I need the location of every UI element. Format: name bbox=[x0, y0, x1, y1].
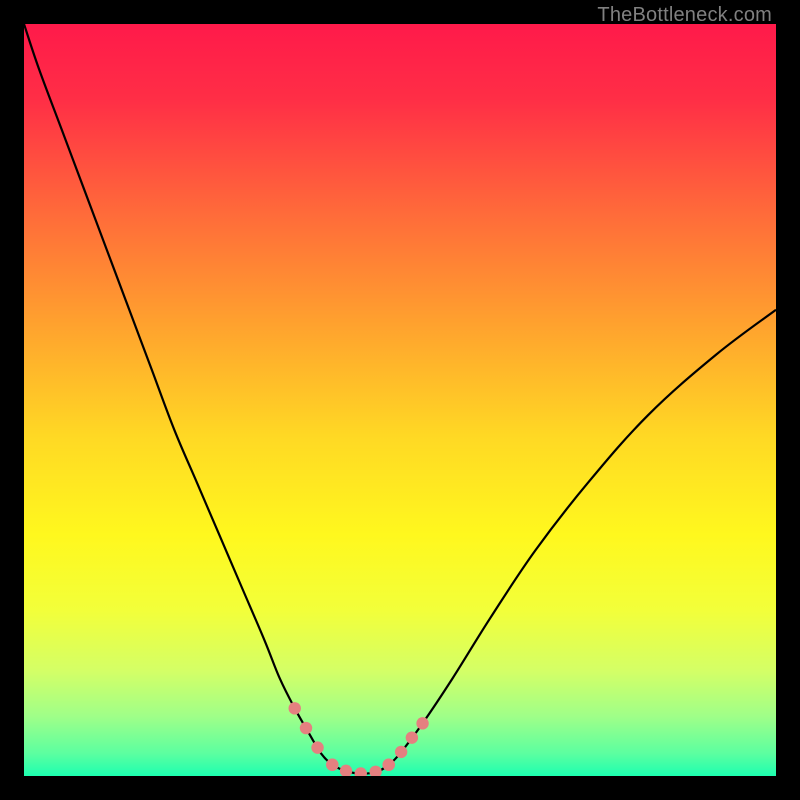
watermark-text: TheBottleneck.com bbox=[597, 4, 772, 27]
highlight-dot bbox=[326, 759, 338, 771]
bottleneck-curve-chart bbox=[24, 24, 776, 776]
plot-area bbox=[24, 24, 776, 776]
highlight-dot bbox=[383, 759, 395, 771]
highlight-dot bbox=[300, 722, 312, 734]
chart-frame bbox=[24, 24, 776, 776]
highlight-dot bbox=[416, 717, 428, 729]
highlight-dot bbox=[395, 746, 407, 758]
highlight-dot bbox=[311, 741, 323, 753]
highlight-dot bbox=[406, 731, 418, 743]
highlight-dot bbox=[289, 702, 301, 714]
